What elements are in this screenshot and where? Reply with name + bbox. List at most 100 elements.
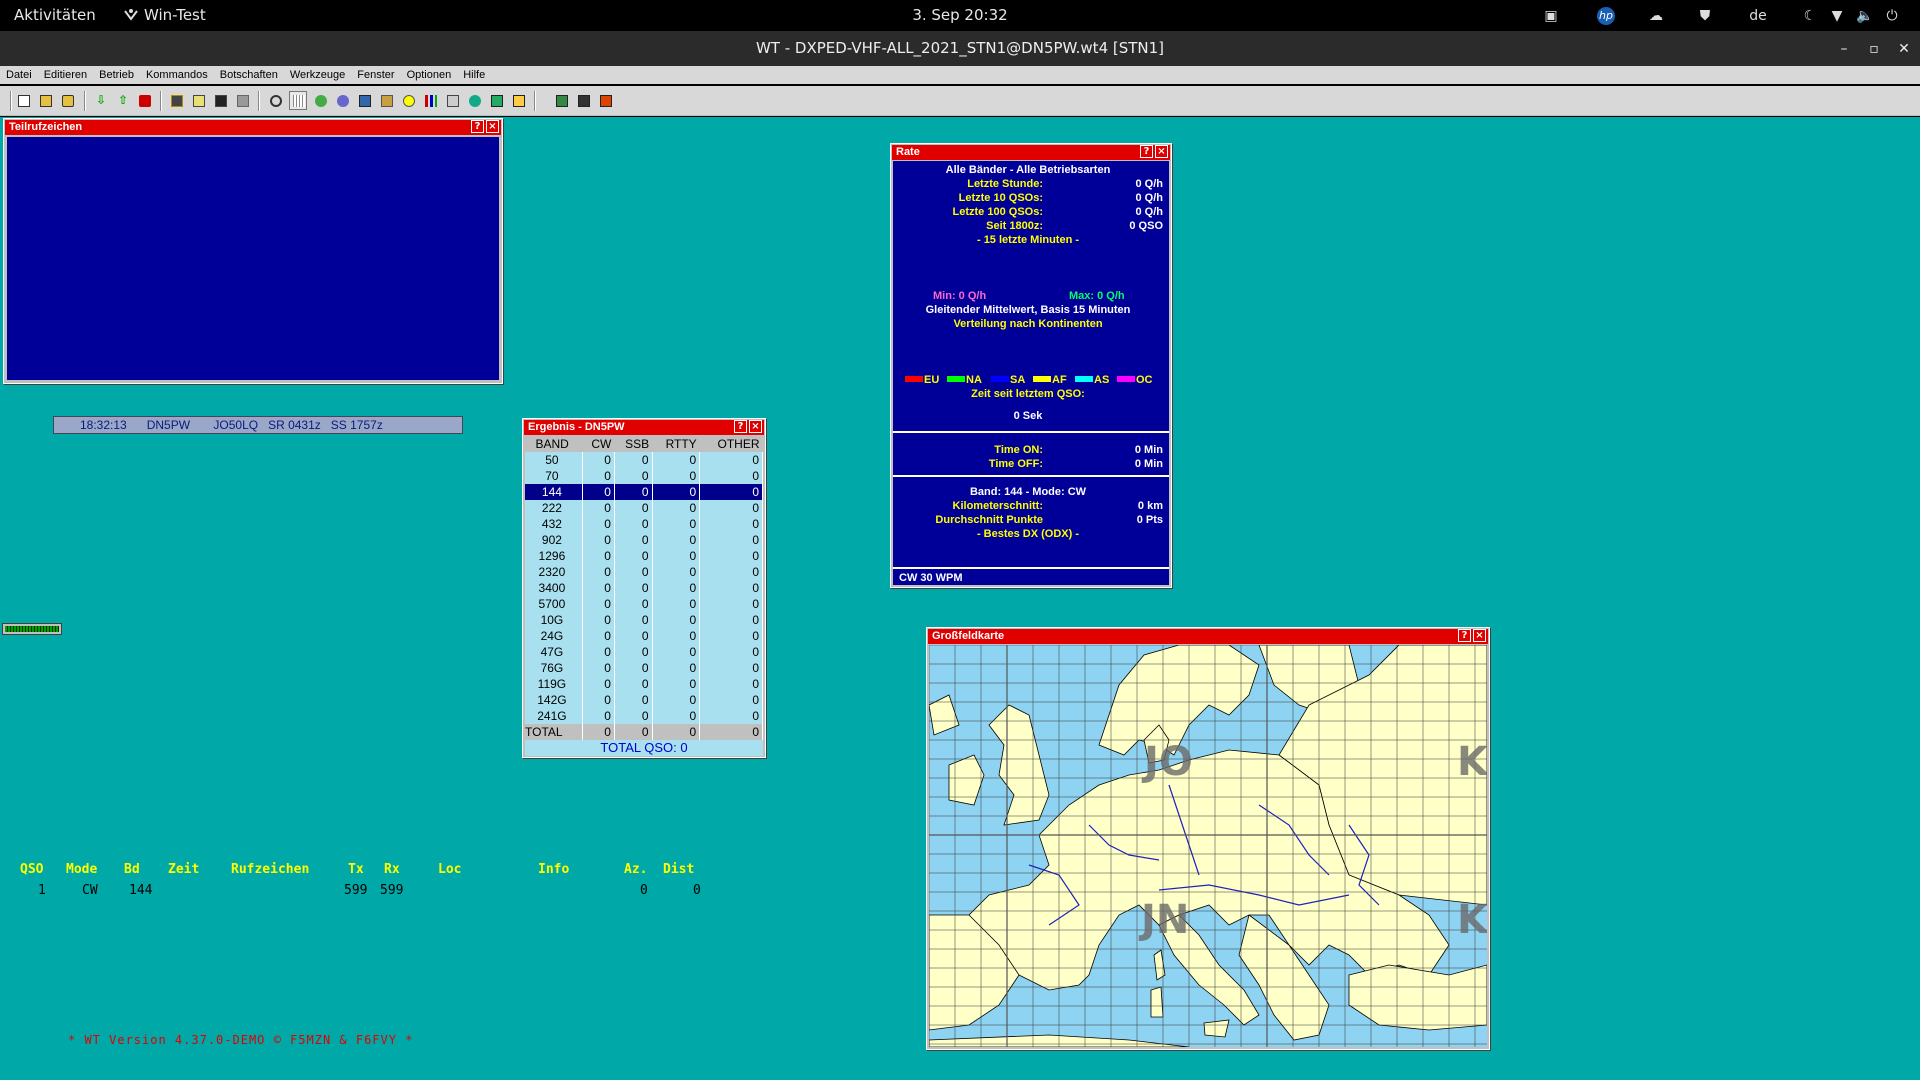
close-button[interactable]: ✕ [1894,39,1914,59]
score-row[interactable]: 1296 0 0 0 0 [525,548,763,564]
bar-chart-icon[interactable] [421,91,439,110]
power-icon[interactable]: ⏻ [1883,7,1901,25]
pen-icon[interactable] [189,91,207,110]
cassette-icon[interactable] [443,91,461,110]
help-icon[interactable]: ? [1458,629,1471,642]
network-icon[interactable] [333,91,351,110]
menu-optionen[interactable]: Optionen [401,66,458,82]
score-count-cell: 0 [582,660,615,676]
new-file-icon[interactable] [14,91,32,110]
score-row[interactable]: 2320 0 0 0 0 [525,564,763,580]
arrow-up-icon[interactable]: ⇧ [113,91,131,110]
hp-icon[interactable]: hp [1597,7,1615,25]
minimize-button[interactable]: – [1834,39,1854,59]
clock-icon[interactable] [509,91,527,110]
score-row[interactable]: 10G 0 0 0 0 [525,612,763,628]
menu-hilfe[interactable]: Hilfe [457,66,491,82]
europe-map[interactable]: JO JN K K [929,645,1487,1047]
activities-button[interactable]: Aktivitäten [14,0,96,31]
time-on-label: Time ON: [994,444,1043,456]
menu-betrieb[interactable]: Betrieb [93,66,140,82]
close-icon[interactable]: × [749,420,762,433]
score-row[interactable]: 144 0 0 0 0 [525,484,763,500]
map-label-k-bottom: K [1457,897,1487,943]
score-row[interactable]: 3400 0 0 0 0 [525,580,763,596]
score-band-cell: 76G [525,660,583,676]
book-icon[interactable] [552,91,570,110]
menu-editieren[interactable]: Editieren [38,66,93,82]
score-col-header: OTHER [699,436,763,452]
partial-callsign-list[interactable] [7,137,499,380]
log-rx[interactable]: 599 [380,883,403,898]
menu-kommandos[interactable]: Kommandos [140,66,214,82]
legend-na-swatch [947,376,965,382]
language-indicator[interactable]: de [1744,7,1772,25]
terminal-icon[interactable] [211,91,229,110]
shield-icon[interactable]: ⛊ [1696,7,1714,25]
score-row[interactable]: 241G 0 0 0 0 [525,708,763,724]
world-icon[interactable] [465,91,483,110]
window-icon[interactable] [487,91,505,110]
score-row[interactable]: 76G 0 0 0 0 [525,660,763,676]
partial-callsign-window[interactable]: Teilrufzeichen ? × [3,118,503,384]
save-icon[interactable] [58,91,76,110]
bulb-icon[interactable] [399,91,417,110]
log-tx[interactable]: 599 [344,883,367,898]
score-count-cell: 0 [699,580,763,596]
open-folder-icon[interactable] [36,91,54,110]
score-count-cell: 0 [699,500,763,516]
globe-pin-icon[interactable] [311,91,329,110]
close-icon[interactable]: × [1473,629,1486,642]
update-icon[interactable]: ☁ [1647,7,1665,25]
help-icon[interactable]: ? [1140,145,1153,158]
grid-view-icon[interactable] [289,91,307,110]
score-row[interactable]: 222 0 0 0 0 [525,500,763,516]
score-row[interactable]: 902 0 0 0 0 [525,532,763,548]
log-entry-row[interactable]: 1 CW 144 599 599 0 0 [0,883,900,901]
score-row[interactable]: 70 0 0 0 0 [525,468,763,484]
menu-datei[interactable]: Datei [0,66,38,82]
package-icon[interactable] [377,91,395,110]
log-mode[interactable]: CW [82,883,98,898]
help-icon[interactable]: ? [734,420,747,433]
score-count-cell: 0 [652,532,701,548]
score-count-cell: 0 [614,468,653,484]
screen-icon[interactable]: ▣ [1542,7,1560,25]
night-light-icon[interactable]: ☾ [1801,7,1819,25]
log-col-qso: QSO [20,862,44,877]
grid-map-window[interactable]: Großfeldkarte ? × JO JN K K [926,627,1490,1050]
score-row[interactable]: 5700 0 0 0 0 [525,596,763,612]
clock[interactable]: 3. Sep 20:32 [0,0,1920,31]
window-title: WT - DXPED-VHF-ALL_2021_STN1@DN5PW.wt4 [… [755,39,1165,57]
monitor-icon[interactable] [355,91,373,110]
score-row[interactable]: 47G 0 0 0 0 [525,644,763,660]
close-icon[interactable]: × [1155,145,1168,158]
split-icon[interactable] [596,91,614,110]
score-count-cell: 0 [699,484,763,500]
app-menu[interactable]: Win-Test [124,0,206,31]
volume-icon[interactable]: 🔈 [1856,7,1874,25]
score-row[interactable]: 119G 0 0 0 0 [525,676,763,692]
score-row[interactable]: 142G 0 0 0 0 [525,692,763,708]
maximize-button[interactable]: ▫ [1864,39,1884,59]
menu-werkzeuge[interactable]: Werkzeuge [284,66,351,82]
arrow-down-icon[interactable]: ⇩ [91,91,109,110]
help-icon[interactable]: ? [471,120,484,133]
map-window-title: Großfeldkarte [928,629,1488,644]
menu-botschaften[interactable]: Botschaften [214,66,284,82]
wifi-icon[interactable]: ▼ [1828,7,1846,25]
keyer-icon[interactable] [167,91,185,110]
score-window[interactable]: Ergebnis - DN5PW ? × BAND CW SSB RTTY OTHER … [522,418,766,758]
rate-window[interactable]: Rate ? × Alle Bänder - Alle Betriebsarte… [890,143,1172,588]
magnifier-icon[interactable] [266,91,284,110]
help-icon[interactable] [574,91,592,110]
close-icon[interactable]: × [486,120,499,133]
menu-fenster[interactable]: Fenster [351,66,400,82]
score-count-cell: 0 [652,612,701,628]
score-row[interactable]: 50 0 0 0 0 [525,452,763,468]
log-band[interactable]: 144 [129,883,152,898]
score-row[interactable]: 432 0 0 0 0 [525,516,763,532]
transfer-icon[interactable] [135,91,153,110]
score-row[interactable]: 24G 0 0 0 0 [525,628,763,644]
printer-icon[interactable] [233,91,251,110]
